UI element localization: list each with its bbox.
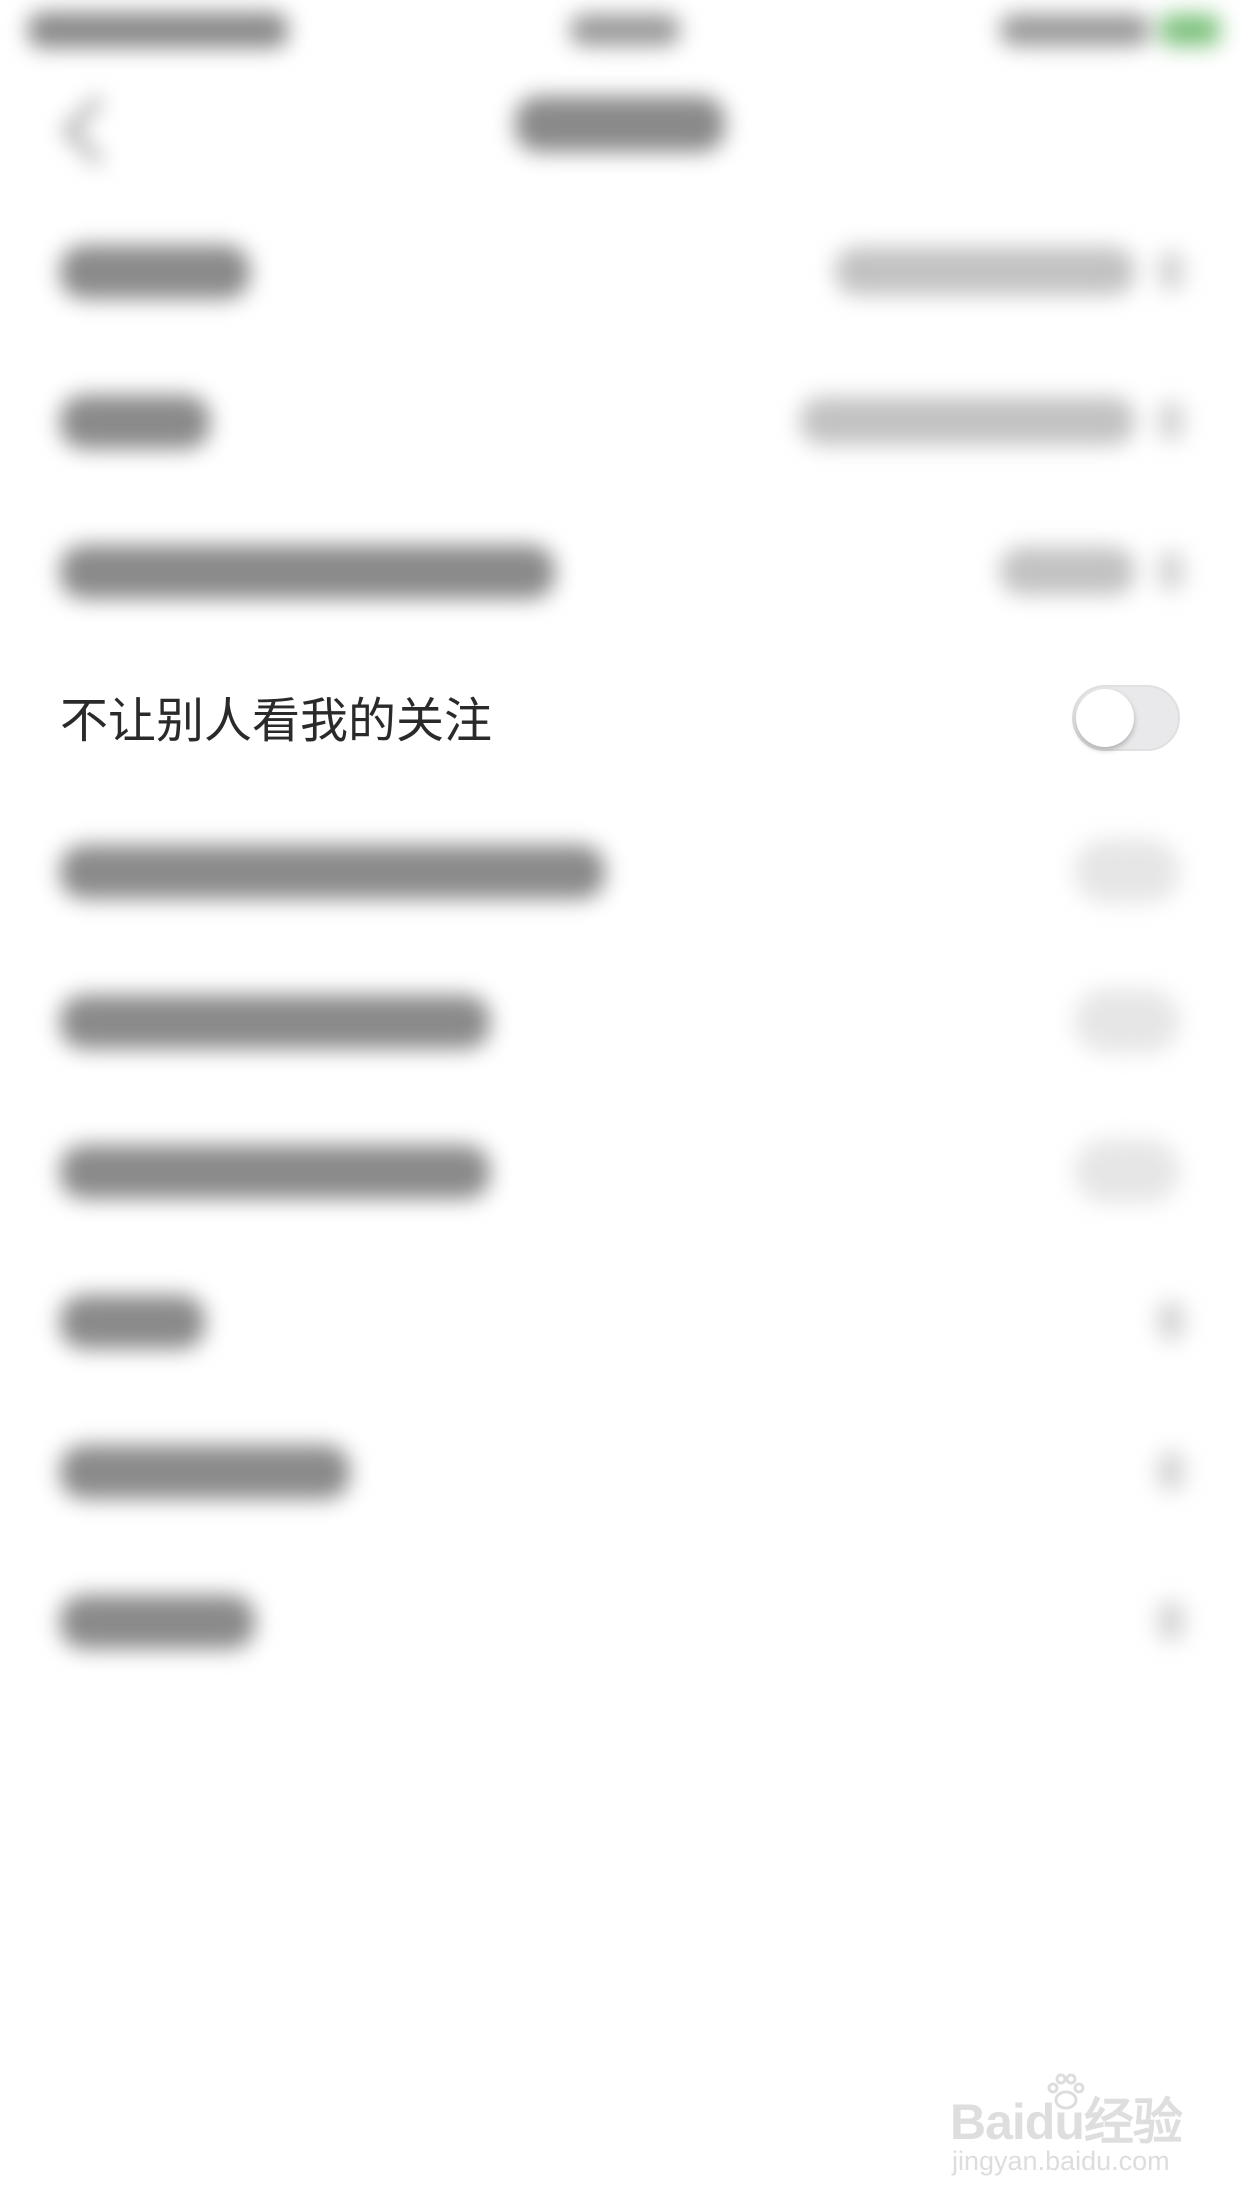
hide-my-follows-row[interactable]: 不让别人看我的关注 <box>0 645 1242 795</box>
back-arrow-icon[interactable] <box>61 95 132 166</box>
row-label <box>60 845 605 899</box>
watermark-url: jingyan.baidu.com <box>952 2146 1170 2176</box>
status-icons <box>1000 14 1150 46</box>
row-label <box>60 1295 205 1349</box>
chevron-right-icon <box>1158 251 1184 291</box>
settings-row[interactable] <box>0 495 1242 645</box>
chevron-right-icon <box>1158 551 1184 591</box>
chevron-right-icon <box>1158 401 1184 441</box>
clock <box>570 14 680 46</box>
settings-row[interactable] <box>0 945 1242 1095</box>
paw-icon <box>1047 2073 1085 2110</box>
row-label <box>60 1145 490 1199</box>
row-label <box>60 245 250 299</box>
row-value <box>835 247 1135 295</box>
row-label <box>60 1445 350 1499</box>
settings-row[interactable] <box>0 195 1242 345</box>
toggle-switch[interactable] <box>1074 1139 1180 1203</box>
row-label <box>60 395 210 449</box>
settings-row[interactable] <box>0 345 1242 495</box>
row-label <box>60 995 490 1049</box>
toggle-switch[interactable] <box>1074 839 1180 903</box>
settings-row[interactable] <box>0 1095 1242 1245</box>
toggle-knob <box>1076 689 1134 747</box>
carrier-indicator <box>28 12 288 48</box>
page-title <box>515 96 725 152</box>
nav-bar <box>0 70 1242 180</box>
baidu-jingyan-watermark: Baidu经验 jingyan.baidu.com <box>950 2070 1190 2190</box>
settings-row[interactable] <box>0 1245 1242 1395</box>
chevron-right-icon <box>1158 1451 1184 1491</box>
row-value <box>800 397 1135 445</box>
chevron-right-icon <box>1158 1301 1184 1341</box>
settings-row[interactable] <box>0 1545 1242 1695</box>
settings-row[interactable] <box>0 795 1242 945</box>
hide-my-follows-label: 不让别人看我的关注 <box>60 693 493 749</box>
chevron-right-icon <box>1158 1601 1184 1641</box>
row-label <box>60 545 555 599</box>
toggle-switch[interactable] <box>1074 989 1180 1053</box>
row-label <box>60 1595 255 1649</box>
battery-icon <box>1160 14 1220 46</box>
status-bar <box>0 0 1242 60</box>
settings-row[interactable] <box>0 1395 1242 1545</box>
hide-my-follows-toggle[interactable] <box>1072 685 1180 751</box>
row-value <box>1000 547 1135 595</box>
